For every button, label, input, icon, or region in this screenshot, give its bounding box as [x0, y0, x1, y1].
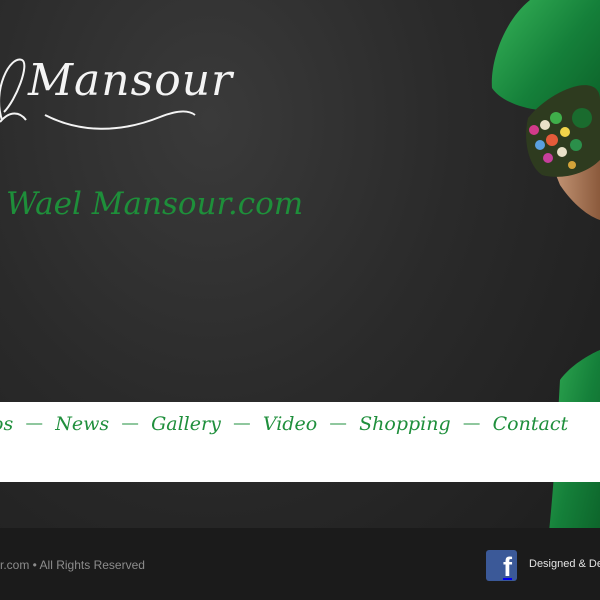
nav-item-news[interactable]: News: [55, 413, 109, 435]
nav-item-bio[interactable]: os: [0, 413, 13, 435]
designed-by-credit[interactable]: Designed & De: [529, 558, 600, 570]
model-photo: [491, 0, 600, 600]
nav-separator: —: [330, 415, 347, 432]
nav-separator: —: [463, 415, 480, 432]
main-navigation: os — News — Gallery — Video — Shopping —…: [0, 410, 568, 438]
nav-separator: —: [26, 415, 43, 432]
nav-separator: —: [233, 415, 250, 432]
logo-underline-swash: [44, 110, 196, 130]
nav-item-contact[interactable]: Contact: [493, 413, 568, 435]
nav-item-shopping[interactable]: Shopping: [359, 413, 451, 435]
facebook-glyph: f: [503, 552, 512, 581]
brand-script-logo[interactable]: Mansour: [0, 55, 234, 130]
nav-item-video[interactable]: Video: [263, 413, 317, 435]
logo-flourish: [0, 58, 27, 123]
nav-item-gallery[interactable]: Gallery: [151, 413, 221, 435]
facebook-icon[interactable]: f: [486, 550, 517, 581]
nav-separator: —: [122, 415, 139, 432]
brand-script-text: Mansour: [28, 55, 234, 106]
copyright-text: r.com • All Rights Reserved: [0, 558, 145, 572]
site-tagline: Wael Mansour.com: [6, 186, 304, 222]
